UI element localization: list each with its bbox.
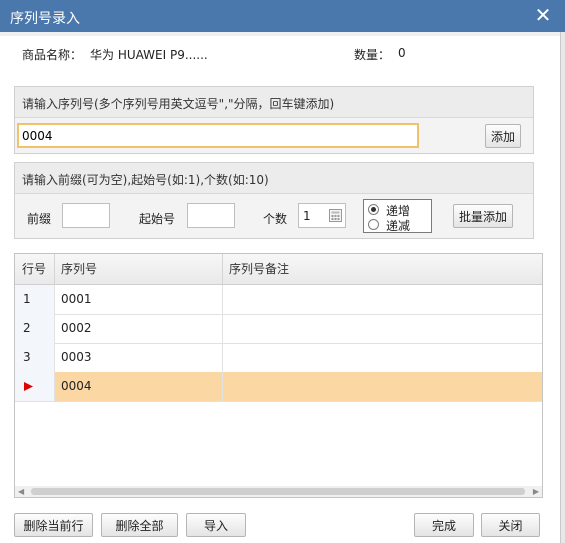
serial-input[interactable] bbox=[17, 123, 419, 148]
count-input[interactable]: 1 bbox=[298, 203, 346, 228]
product-name-label: 商品名称： bbox=[22, 48, 83, 62]
delete-all-button[interactable]: 删除全部 bbox=[101, 513, 178, 537]
close-button[interactable]: 关闭 bbox=[481, 513, 540, 537]
add-button[interactable]: 添加 bbox=[485, 124, 521, 148]
quantity-value: 0 bbox=[398, 46, 406, 60]
table-row[interactable]: 1 0001 bbox=[15, 285, 542, 315]
batch-panel-hint: 请输入前缀(可为空),起始号(如:1),个数(如:10) bbox=[22, 173, 269, 187]
table-row-current[interactable]: 0004 bbox=[15, 372, 542, 402]
batch-panel-header: 请输入前缀(可为空),起始号(如:1),个数(如:10) bbox=[15, 163, 533, 194]
serial-panel-header: 请输入序列号(多个序列号用英文逗号","分隔，回车键添加) bbox=[15, 87, 533, 118]
start-number-label: 起始号 bbox=[139, 212, 176, 226]
start-number-input[interactable] bbox=[187, 203, 235, 228]
increase-radio[interactable] bbox=[368, 204, 379, 215]
batch-input-panel: 请输入前缀(可为空),起始号(如:1),个数(如:10) 前缀 起始号 个数 1… bbox=[14, 162, 534, 239]
row-number: 3 bbox=[15, 343, 55, 372]
table-row[interactable]: 2 0002 bbox=[15, 314, 542, 344]
row-number: 1 bbox=[15, 285, 55, 314]
title-bar: 序列号录入 ✕ bbox=[0, 0, 565, 32]
scroll-left-icon[interactable]: ◀ bbox=[18, 487, 24, 496]
serial-panel-hint: 请输入序列号(多个序列号用英文逗号","分隔，回车键添加) bbox=[22, 97, 335, 111]
column-header-serial[interactable]: 序列号 bbox=[55, 254, 223, 284]
serial-grid: 行号 序列号 序列号备注 1 0001 2 0002 3 0003 0004 ◀… bbox=[14, 253, 543, 498]
prefix-input[interactable] bbox=[62, 203, 110, 228]
table-row[interactable]: 3 0003 bbox=[15, 343, 542, 373]
batch-add-button[interactable]: 批量添加 bbox=[453, 204, 513, 228]
calculator-icon[interactable] bbox=[329, 209, 342, 222]
count-value: 1 bbox=[303, 209, 311, 223]
serial-cell[interactable]: 0001 bbox=[55, 285, 223, 314]
current-row-arrow-icon bbox=[24, 382, 33, 391]
decrease-radio[interactable] bbox=[368, 219, 379, 230]
horizontal-scrollbar[interactable]: ◀ ▶ bbox=[15, 486, 542, 497]
window-title: 序列号录入 bbox=[10, 11, 80, 27]
order-radio-group: 递增 递减 bbox=[363, 199, 432, 233]
serial-cell[interactable]: 0003 bbox=[55, 343, 223, 372]
row-number: 2 bbox=[15, 314, 55, 343]
note-cell[interactable] bbox=[223, 285, 542, 314]
title-divider bbox=[0, 32, 560, 36]
done-button[interactable]: 完成 bbox=[414, 513, 474, 537]
import-button[interactable]: 导入 bbox=[186, 513, 246, 537]
note-cell[interactable] bbox=[223, 372, 542, 401]
prefix-label: 前缀 bbox=[27, 212, 52, 226]
decrease-label: 递减 bbox=[386, 219, 411, 233]
note-cell[interactable] bbox=[223, 343, 542, 372]
delete-row-button[interactable]: 删除当前行 bbox=[14, 513, 93, 537]
radio-dot bbox=[371, 207, 376, 212]
serial-input-panel: 请输入序列号(多个序列号用英文逗号","分隔，回车键添加) 添加 bbox=[14, 86, 534, 154]
scrollbar-thumb[interactable] bbox=[31, 488, 525, 495]
serial-cell[interactable]: 0002 bbox=[55, 314, 223, 343]
count-label: 个数 bbox=[263, 212, 288, 226]
note-cell[interactable] bbox=[223, 314, 542, 343]
column-header-row-number[interactable]: 行号 bbox=[15, 254, 55, 284]
quantity-label: 数量： bbox=[354, 48, 391, 62]
product-name-value: 华为 HUAWEI P9...... bbox=[90, 48, 208, 62]
window-edge bbox=[560, 32, 565, 543]
grid-header: 行号 序列号 序列号备注 bbox=[15, 254, 542, 285]
column-header-note[interactable]: 序列号备注 bbox=[223, 254, 542, 284]
close-icon[interactable]: ✕ bbox=[533, 5, 553, 25]
scroll-right-icon[interactable]: ▶ bbox=[533, 487, 539, 496]
serial-cell[interactable]: 0004 bbox=[55, 372, 223, 401]
row-number bbox=[15, 372, 55, 401]
